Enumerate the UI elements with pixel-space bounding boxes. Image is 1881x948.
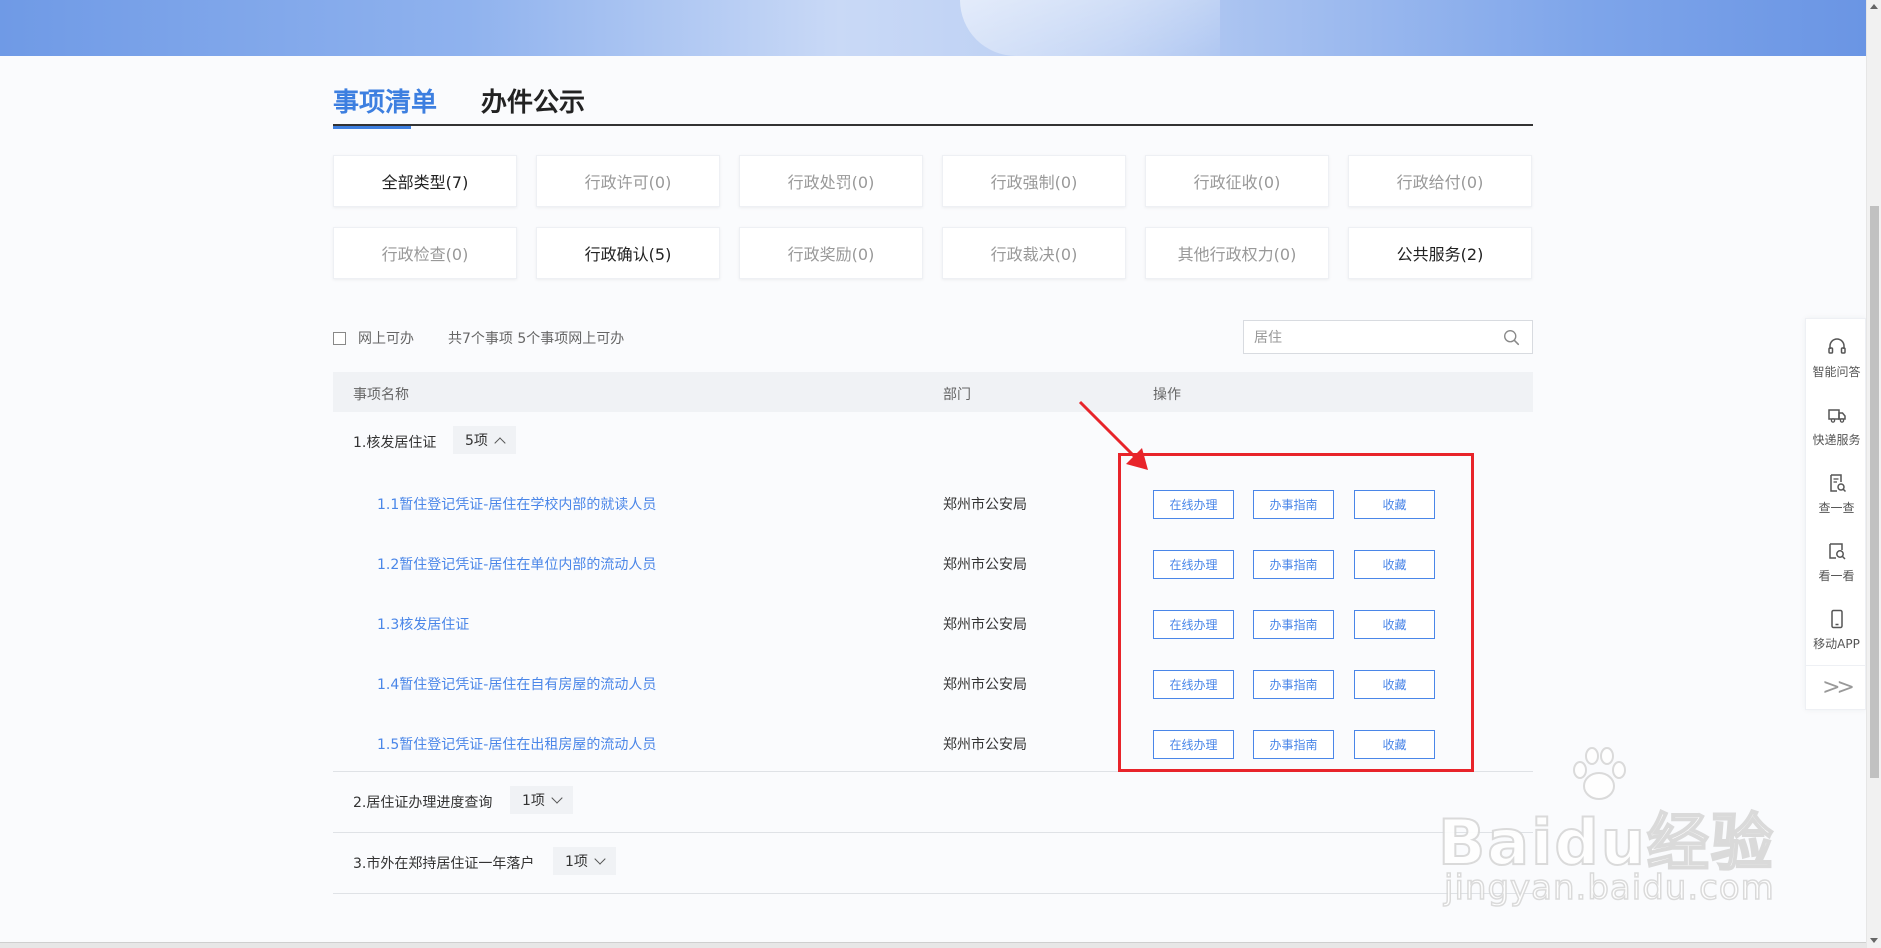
category-inspection[interactable]: 行政检查(0) bbox=[333, 227, 517, 279]
doc-search-icon bbox=[1829, 474, 1846, 493]
group-count: 1项 bbox=[565, 854, 588, 870]
sidebar-item-app[interactable]: 移动APP bbox=[1806, 599, 1867, 667]
search-input[interactable] bbox=[1244, 321, 1484, 353]
sidebar-expand-button[interactable]: >> bbox=[1806, 665, 1867, 709]
sidebar-item-view[interactable]: 看一看 bbox=[1806, 531, 1867, 599]
chevron-down-icon bbox=[594, 853, 606, 865]
header-name: 事项名称 bbox=[353, 387, 409, 403]
sidebar-item-check[interactable]: 查一查 bbox=[1806, 463, 1867, 531]
filter-bar: 网上可办 共7个事项 5个事项网上可办 bbox=[333, 328, 624, 348]
favorite-button[interactable]: 收藏 bbox=[1354, 550, 1435, 579]
table-row: 1.4暂住登记凭证-居住在自有房屋的流动人员 郑州市公安局 在线办理 办事指南 … bbox=[333, 653, 1533, 713]
favorite-button[interactable]: 收藏 bbox=[1354, 490, 1435, 519]
category-license[interactable]: 行政许可(0) bbox=[536, 155, 720, 207]
truck-icon bbox=[1827, 409, 1846, 423]
item-dept: 郑州市公安局 bbox=[943, 737, 1027, 753]
sidebar-item-label: 移动APP bbox=[1813, 637, 1860, 651]
group-toggle[interactable]: 1项 bbox=[510, 786, 573, 814]
header-banner bbox=[0, 0, 1866, 56]
online-checkbox-label[interactable]: 网上可办 bbox=[358, 328, 414, 348]
search-icon[interactable] bbox=[1503, 329, 1520, 346]
online-apply-button[interactable]: 在线办理 bbox=[1153, 610, 1234, 639]
category-confirmation[interactable]: 行政确认(5) bbox=[536, 227, 720, 279]
chevron-down-icon bbox=[551, 792, 563, 804]
online-apply-button[interactable]: 在线办理 bbox=[1153, 670, 1234, 699]
header-action: 操作 bbox=[1153, 387, 1181, 403]
table-row: 1.1暂住登记凭证-居住在学校内部的就读人员 郑州市公安局 在线办理 办事指南 … bbox=[333, 473, 1533, 533]
guide-button[interactable]: 办事指南 bbox=[1253, 610, 1334, 639]
category-penalty[interactable]: 行政处罚(0) bbox=[739, 155, 923, 207]
item-name-link[interactable]: 1.4暂住登记凭证-居住在自有房屋的流动人员 bbox=[377, 674, 656, 694]
guide-button[interactable]: 办事指南 bbox=[1253, 670, 1334, 699]
group-row: 3.市外在郑持居住证一年落户 1项 bbox=[333, 833, 1533, 894]
item-dept: 郑州市公安局 bbox=[943, 677, 1027, 693]
floating-sidebar: 智能问答 快递服务 查一查 看一看 移动APP >> bbox=[1805, 318, 1867, 710]
group-row: 1.核发居住证 5项 bbox=[333, 412, 1533, 473]
guide-button[interactable]: 办事指南 bbox=[1253, 550, 1334, 579]
category-reward[interactable]: 行政奖励(0) bbox=[739, 227, 923, 279]
group-name: 3.市外在郑持居住证一年落户 bbox=[353, 856, 535, 872]
favorite-button[interactable]: 收藏 bbox=[1354, 730, 1435, 759]
chevron-up-icon bbox=[494, 436, 506, 449]
item-dept: 郑州市公安局 bbox=[943, 497, 1027, 513]
group-row: 2.居住证办理进度查询 1项 bbox=[333, 772, 1533, 833]
tab-public-notice[interactable]: 办件公示 bbox=[481, 82, 585, 119]
category-ruling[interactable]: 行政裁决(0) bbox=[942, 227, 1126, 279]
table-row: 1.2暂住登记凭证-居住在单位内部的流动人员 郑州市公安局 在线办理 办事指南 … bbox=[333, 533, 1533, 593]
scroll-down-icon[interactable] bbox=[1870, 938, 1878, 943]
scrollbar-thumb[interactable] bbox=[1870, 206, 1879, 778]
result-summary: 共7个事项 5个事项网上可办 bbox=[448, 331, 625, 347]
category-other-power[interactable]: 其他行政权力(0) bbox=[1145, 227, 1329, 279]
group-name: 2.居住证办理进度查询 bbox=[353, 795, 493, 811]
view-icon bbox=[1828, 543, 1846, 560]
guide-button[interactable]: 办事指南 bbox=[1253, 490, 1334, 519]
headset-icon bbox=[1827, 338, 1846, 354]
item-name-link[interactable]: 1.2暂住登记凭证-居住在单位内部的流动人员 bbox=[377, 554, 656, 574]
bottom-strip bbox=[0, 942, 1866, 948]
page-scrollbar[interactable] bbox=[1866, 0, 1881, 948]
sidebar-item-qa[interactable]: 智能问答 bbox=[1806, 327, 1867, 395]
category-levy[interactable]: 行政征收(0) bbox=[1145, 155, 1329, 207]
table-header: 事项名称 部门 操作 bbox=[333, 372, 1533, 412]
group-count: 5项 bbox=[465, 433, 488, 449]
sidebar-item-express[interactable]: 快递服务 bbox=[1806, 395, 1867, 463]
category-payment[interactable]: 行政给付(0) bbox=[1348, 155, 1532, 207]
favorite-button[interactable]: 收藏 bbox=[1354, 670, 1435, 699]
item-name-link[interactable]: 1.3核发居住证 bbox=[377, 614, 469, 634]
group-name: 1.核发居住证 bbox=[353, 435, 437, 451]
table-row: 1.3核发居住证 郑州市公安局 在线办理 办事指南 收藏 bbox=[333, 593, 1533, 653]
sidebar-item-label: 查一查 bbox=[1818, 501, 1855, 515]
category-all[interactable]: 全部类型(7) bbox=[333, 155, 517, 207]
item-name-link[interactable]: 1.5暂住登记凭证-居住在出租房屋的流动人员 bbox=[377, 734, 656, 754]
banner-image bbox=[960, 0, 1220, 56]
online-checkbox[interactable] bbox=[333, 331, 346, 345]
sidebar-item-label: 快递服务 bbox=[1812, 433, 1861, 447]
sidebar-item-label: 智能问答 bbox=[1812, 365, 1861, 379]
online-apply-button[interactable]: 在线办理 bbox=[1153, 490, 1234, 519]
search-box bbox=[1243, 320, 1533, 354]
tab-bar: 事项清单 办件公示 bbox=[333, 82, 1533, 129]
online-apply-button[interactable]: 在线办理 bbox=[1153, 730, 1234, 759]
group-toggle[interactable]: 5项 bbox=[453, 426, 516, 454]
item-dept: 郑州市公安局 bbox=[943, 557, 1027, 573]
category-enforcement[interactable]: 行政强制(0) bbox=[942, 155, 1126, 207]
header-dept: 部门 bbox=[943, 387, 971, 403]
group-count: 1项 bbox=[522, 793, 545, 809]
table-row: 1.5暂住登记凭证-居住在出租房屋的流动人员 郑州市公安局 在线办理 办事指南 … bbox=[333, 713, 1533, 772]
item-name-link[interactable]: 1.1暂住登记凭证-居住在学校内部的就读人员 bbox=[377, 494, 656, 514]
category-public-service[interactable]: 公共服务(2) bbox=[1348, 227, 1532, 279]
phone-icon bbox=[1830, 609, 1843, 629]
sidebar-item-label: 看一看 bbox=[1818, 569, 1855, 583]
scroll-up-icon[interactable] bbox=[1870, 4, 1878, 9]
tab-item-list[interactable]: 事项清单 bbox=[333, 82, 437, 129]
favorite-button[interactable]: 收藏 bbox=[1354, 610, 1435, 639]
item-dept: 郑州市公安局 bbox=[943, 617, 1027, 633]
guide-button[interactable]: 办事指南 bbox=[1253, 730, 1334, 759]
group-toggle[interactable]: 1项 bbox=[553, 847, 616, 875]
online-apply-button[interactable]: 在线办理 bbox=[1153, 550, 1234, 579]
